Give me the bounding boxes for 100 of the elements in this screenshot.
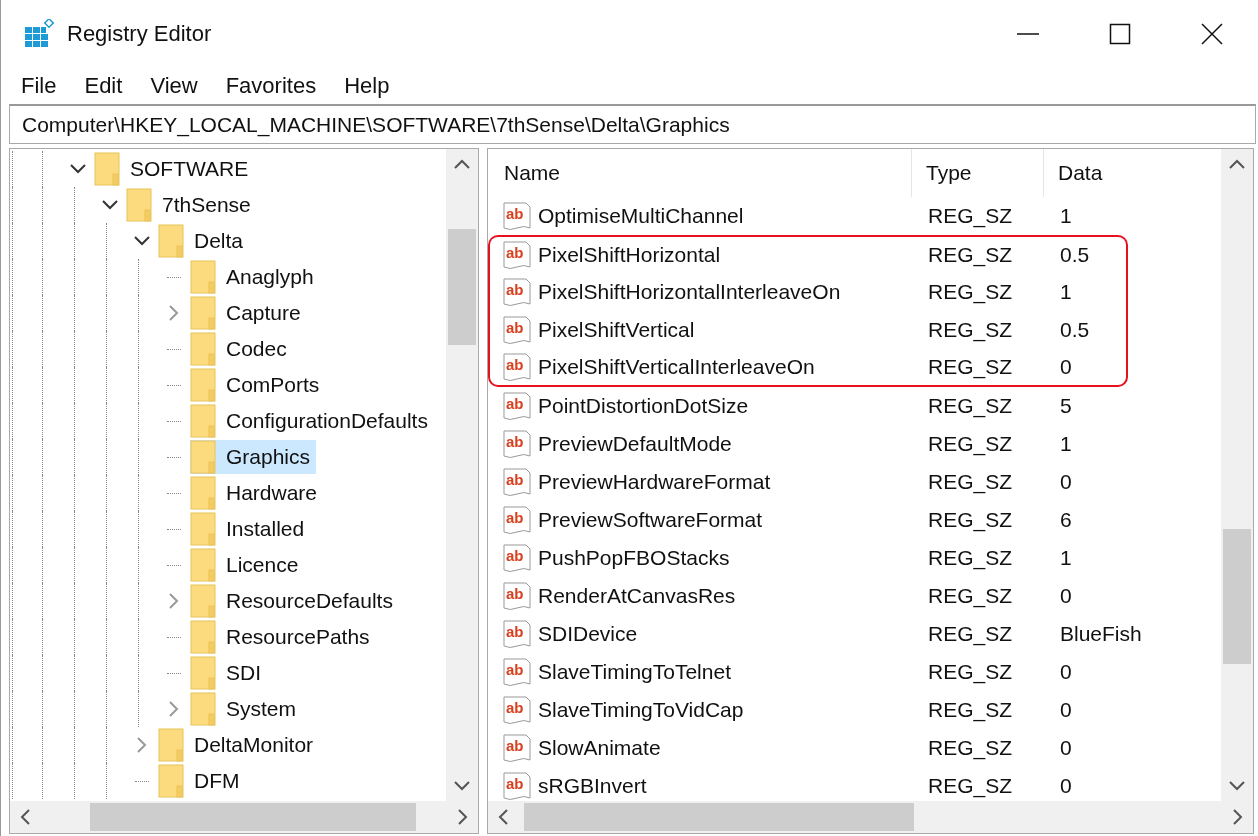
tree-item[interactable]: Codec (190, 332, 293, 366)
menu-item[interactable]: View (150, 73, 198, 99)
scrollbar-thumb[interactable] (448, 229, 476, 345)
scroll-right-icon[interactable] (458, 809, 468, 825)
table-row[interactable]: ab PixelShiftHorizontalInterleaveOn REG_SZ 1 (488, 273, 1128, 311)
value-name[interactable]: PixelShiftVertical (538, 318, 695, 342)
vertical-scrollbar[interactable] (446, 149, 478, 801)
table-row[interactable]: ab SDIDevice REG_SZ BlueFish (488, 615, 1152, 653)
value-name[interactable]: PixelShiftHorizontalInterleaveOn (538, 280, 841, 304)
tree-item[interactable]: ConfigurationDefaults (190, 404, 434, 438)
tree-item[interactable]: Hardware (190, 476, 324, 510)
value-name[interactable]: SlaveTimingToTelnet (538, 660, 731, 684)
menu-item[interactable]: File (21, 73, 57, 99)
scroll-down-icon[interactable] (454, 781, 470, 791)
address-field[interactable]: Computer\HKEY_LOCAL_MACHINE\SOFTWARE\7thSense\Delta\Graphics (9, 104, 1256, 144)
table-row[interactable]: ab PixelShiftVertical REG_SZ 0.5 (488, 311, 1128, 349)
string-value-icon: ab (502, 771, 532, 801)
scroll-up-icon[interactable] (454, 159, 470, 169)
tree-item[interactable]: ComPorts (190, 368, 326, 402)
value-name[interactable]: RenderAtCanvasRes (538, 584, 736, 608)
column-header[interactable]: Type (912, 149, 1044, 197)
scroll-left-icon[interactable] (20, 809, 30, 825)
chevron-right-icon[interactable] (137, 737, 147, 753)
tree-item[interactable]: ResourcePaths (190, 620, 376, 654)
value-name[interactable]: PointDistortionDotSize (538, 394, 749, 418)
value-name[interactable]: SlaveTimingToVidCap (538, 698, 744, 722)
value-name[interactable]: PreviewDefaultMode (538, 432, 732, 456)
scrollbar-thumb[interactable] (90, 803, 416, 831)
chevron-right-icon[interactable] (169, 593, 179, 609)
scrollbar-thumb[interactable] (524, 803, 914, 831)
menu-item[interactable]: Edit (84, 73, 123, 99)
scroll-left-icon[interactable] (498, 809, 508, 825)
scroll-up-icon[interactable] (1229, 159, 1245, 169)
table-row[interactable]: ab sRGBInvert REG_SZ 0 (488, 767, 1128, 801)
string-value-icon: ab (502, 505, 532, 535)
registry-app-icon (23, 19, 55, 49)
table-row[interactable]: ab SlowAnimate REG_SZ 0 (488, 729, 1128, 767)
scroll-down-icon[interactable] (1229, 781, 1245, 791)
tree-item[interactable]: Licence (190, 548, 305, 582)
value-data: 1 (1059, 546, 1073, 570)
chevron-down-icon[interactable] (134, 236, 150, 246)
value-type: REG_SZ (927, 584, 1014, 608)
value-name[interactable]: PushPopFBOStacks (538, 546, 730, 570)
value-name[interactable]: SlowAnimate (538, 736, 661, 760)
value-type: REG_SZ (927, 394, 1014, 418)
value-data: 0 (1059, 355, 1073, 379)
horizontal-scrollbar[interactable] (488, 801, 1253, 833)
tree-item[interactable]: 7thSense (126, 188, 257, 222)
tree-item[interactable]: ResourceDefaults (190, 584, 399, 618)
table-row[interactable]: ab PreviewDefaultMode REG_SZ 1 (488, 425, 1128, 463)
column-header[interactable]: Name (488, 149, 912, 197)
column-header[interactable]: Data (1044, 149, 1221, 197)
folder-icon (190, 692, 216, 726)
value-name[interactable]: PixelShiftHorizontal (538, 243, 721, 267)
string-value-icon: ab (502, 581, 532, 611)
tree-item[interactable]: SDI (190, 656, 267, 690)
table-row[interactable]: ab SlaveTimingToTelnet REG_SZ 0 (488, 653, 1128, 691)
value-name[interactable]: SDIDevice (538, 622, 638, 646)
scrollbar-thumb[interactable] (1223, 529, 1251, 664)
close-icon (1201, 23, 1223, 45)
table-row[interactable]: ab PushPopFBOStacks REG_SZ 1 (488, 539, 1128, 577)
value-type: REG_SZ (927, 736, 1014, 760)
tree-item[interactable]: DFM (158, 764, 246, 798)
tree-item[interactable]: DeltaMonitor (158, 728, 320, 762)
table-row[interactable]: ab SlaveTimingToVidCap REG_SZ 0 (488, 691, 1128, 729)
chevron-right-icon[interactable] (169, 701, 179, 717)
chevron-down-icon[interactable] (102, 200, 118, 210)
string-value-icon: ab (502, 315, 532, 345)
table-row[interactable]: ab PreviewSoftwareFormat REG_SZ 6 (488, 501, 1128, 539)
value-type: REG_SZ (927, 432, 1014, 456)
chevron-down-icon[interactable] (70, 164, 86, 174)
horizontal-scrollbar[interactable] (10, 801, 478, 833)
table-row[interactable]: ab PixelShiftVerticalInterleaveOn REG_SZ 0 (488, 349, 1128, 387)
table-row[interactable]: ab PixelShiftHorizontal REG_SZ 0.5 (488, 235, 1128, 273)
menu-item[interactable]: Help (344, 73, 390, 99)
tree-item[interactable]: SOFTWARE (94, 152, 255, 186)
table-row[interactable]: ab PointDistortionDotSize REG_SZ 5 (488, 387, 1128, 425)
vertical-scrollbar[interactable] (1221, 149, 1253, 801)
tree-item[interactable]: Installed (190, 512, 311, 546)
string-value-icon: ab (502, 657, 532, 687)
value-name[interactable]: sRGBInvert (538, 774, 647, 798)
value-name[interactable]: PixelShiftVerticalInterleaveOn (538, 355, 815, 379)
chevron-right-icon[interactable] (169, 305, 179, 321)
folder-icon (190, 476, 216, 510)
value-type: REG_SZ (927, 470, 1014, 494)
string-value-icon: ab (502, 201, 532, 231)
table-row[interactable]: ab PreviewHardwareFormat REG_SZ 0 (488, 463, 1128, 501)
tree-item[interactable]: Delta (158, 224, 250, 258)
value-name[interactable]: OptimiseMultiChannel (538, 204, 744, 228)
menu-item[interactable]: Favorites (225, 73, 317, 99)
tree-item[interactable]: Capture (190, 296, 307, 330)
scroll-right-icon[interactable] (1233, 809, 1243, 825)
tree-item[interactable]: Anaglyph (190, 260, 320, 294)
tree-item[interactable]: Graphics (190, 440, 317, 474)
value-name[interactable]: PreviewHardwareFormat (538, 470, 771, 494)
value-name[interactable]: PreviewSoftwareFormat (538, 508, 763, 532)
table-row[interactable]: ab OptimiseMultiChannel REG_SZ 1 (488, 197, 1128, 235)
tree-item[interactable]: System (190, 692, 302, 726)
value-data: BlueFish (1059, 622, 1143, 646)
table-row[interactable]: ab RenderAtCanvasRes REG_SZ 0 (488, 577, 1128, 615)
